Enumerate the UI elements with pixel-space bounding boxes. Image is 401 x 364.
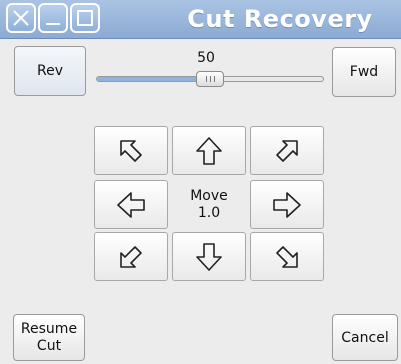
move-label-text: Move	[190, 187, 228, 204]
close-window-button[interactable]	[6, 3, 36, 33]
arrow-up-left-icon	[120, 139, 142, 162]
window-title: Cut Recovery	[187, 5, 373, 33]
jog-right-button[interactable]	[250, 180, 324, 229]
slider-value: 50	[197, 50, 215, 66]
resume-cut-button[interactable]: Resume Cut	[13, 314, 85, 361]
fwd-button[interactable]: Fwd	[332, 47, 396, 97]
jog-up-right-button[interactable]	[250, 126, 324, 175]
move-step-value: 1.0	[197, 204, 221, 221]
jog-down-button[interactable]	[172, 232, 246, 281]
grip-icon	[206, 76, 215, 82]
arrow-down-left-icon	[120, 245, 142, 268]
arrow-down-right-icon	[276, 245, 298, 268]
slider-fill	[97, 77, 210, 81]
jog-down-right-button[interactable]	[250, 232, 324, 281]
arrow-up-icon	[196, 136, 222, 165]
close-icon	[13, 10, 29, 26]
jog-up-button[interactable]	[172, 126, 246, 175]
jog-down-left-button[interactable]	[94, 232, 168, 281]
title-bar: Cut Recovery	[0, 0, 401, 39]
minimize-icon	[46, 23, 60, 25]
resume-cut-label-line1: Resume	[20, 320, 78, 337]
arrow-left-icon	[117, 191, 145, 218]
jog-up-left-button[interactable]	[94, 126, 168, 175]
arrow-right-icon	[273, 191, 301, 218]
resume-cut-label-line2: Cut	[36, 337, 62, 354]
maximize-icon	[77, 10, 93, 26]
minimize-window-button[interactable]	[38, 3, 68, 33]
maximize-window-button[interactable]	[70, 3, 100, 33]
arrow-up-right-icon	[276, 139, 298, 162]
slider-thumb[interactable]	[196, 71, 224, 87]
cancel-button[interactable]: Cancel	[332, 314, 398, 361]
jog-left-button[interactable]	[94, 180, 168, 229]
arrow-down-icon	[196, 242, 222, 271]
move-step-label: Move 1.0	[172, 180, 246, 229]
rev-button[interactable]: Rev	[14, 46, 86, 96]
